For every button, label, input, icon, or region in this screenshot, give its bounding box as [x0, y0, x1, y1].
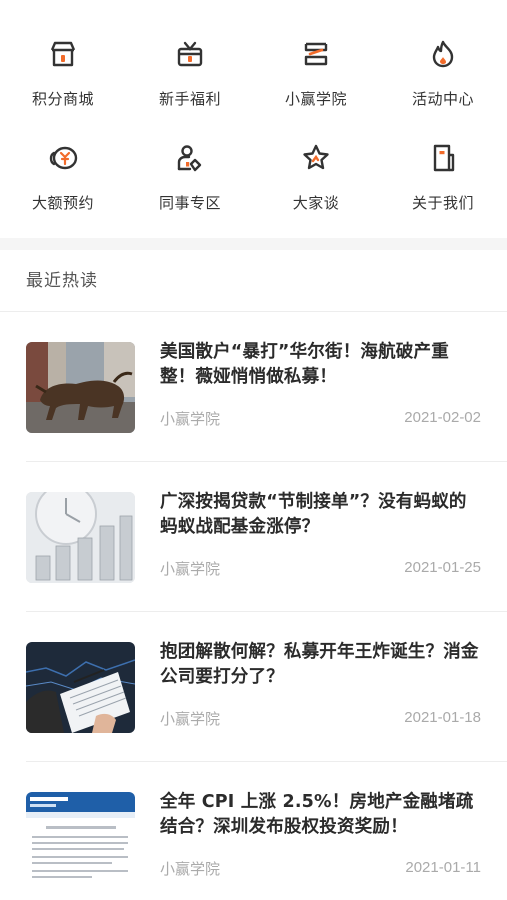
article-card[interactable]: 全年 CPI 上涨 2.5%！房地产金融堵疏结合？深圳发布股权投资奖励！ 小赢学… — [0, 762, 507, 900]
article-title: 全年 CPI 上涨 2.5%！房地产金融堵疏结合？深圳发布股权投资奖励！ — [160, 792, 474, 837]
article-card[interactable]: 抱团解散何解？私募开年王炸诞生？消金公司要打分了？ 小赢学院 2021-01-1… — [0, 612, 507, 762]
shop-icon — [50, 41, 76, 67]
article-date: 2021-01-18 — [404, 709, 481, 726]
grid-item-colleague-zone[interactable]: 同事专区 — [127, 104, 253, 212]
statistics-doc-photo — [26, 792, 135, 883]
yen-coins-icon — [49, 146, 78, 170]
grid-label: 同事专区 — [158, 194, 221, 212]
article-source: 小赢学院 — [160, 560, 221, 578]
grid-item-xiaoying-academy[interactable]: 小赢学院 — [253, 0, 379, 108]
article-source: 小赢学院 — [160, 410, 221, 428]
grid-label: 大额预约 — [31, 194, 94, 212]
article-thumbnail — [26, 642, 135, 733]
article-date: 2021-02-02 — [404, 409, 481, 426]
article-thumbnail — [26, 792, 135, 883]
grid-label: 关于我们 — [411, 194, 474, 212]
bull-photo — [26, 342, 135, 433]
grid-item-large-reservation[interactable]: 大额预约 — [0, 104, 126, 212]
section-title: 最近热读 — [26, 271, 98, 291]
article-date: 2021-01-25 — [404, 559, 481, 576]
article-title: 抱团解散何解？私募开年王炸诞生？消金公司要打分了？ — [160, 642, 479, 687]
about-icon — [433, 144, 455, 172]
grid-item-everyone-talks[interactable]: 大家谈 — [253, 104, 379, 212]
article-thumbnail — [26, 342, 135, 433]
article-source: 小赢学院 — [160, 710, 221, 728]
grid-item-about-us[interactable]: 关于我们 — [380, 104, 506, 212]
article-source: 小赢学院 — [160, 860, 221, 878]
article-card[interactable]: 广深按揭贷款“节制接单”？没有蚂蚁的蚂蚁战配基金涨停？ 小赢学院 2021-01… — [0, 462, 507, 612]
article-thumbnail — [26, 492, 135, 583]
flame-icon — [432, 40, 454, 68]
business-report-photo — [26, 642, 135, 733]
grid-item-activity-center[interactable]: 活动中心 — [380, 0, 506, 108]
grid-item-newbie-welfare[interactable]: 新手福利 — [127, 0, 253, 108]
star-icon — [303, 144, 329, 170]
article-date: 2021-01-11 — [405, 859, 481, 876]
article-card[interactable]: 美国散户“暴打”华尔街！海航破产重整！薇娅悄悄做私募！ 小赢学院 2021-02… — [0, 312, 507, 462]
quick-entry-grid: 积分商城 新手福利 小赢学院 活动中心 大额预约 同事专区 大家谈 关于我们 — [0, 0, 507, 238]
gift-icon — [177, 41, 203, 67]
article-title: 美国散户“暴打”华尔街！海航破产重整！薇娅悄悄做私募！ — [160, 342, 449, 387]
grid-item-points-mall[interactable]: 积分商城 — [0, 0, 126, 108]
article-title: 广深按揭贷款“节制接单”？没有蚂蚁的蚂蚁战配基金涨停？ — [160, 492, 467, 537]
clock-coins-photo — [26, 492, 135, 583]
colleague-icon — [177, 145, 202, 172]
grid-label: 大家谈 — [292, 194, 340, 212]
section-divider — [0, 238, 507, 250]
books-icon — [304, 42, 328, 66]
